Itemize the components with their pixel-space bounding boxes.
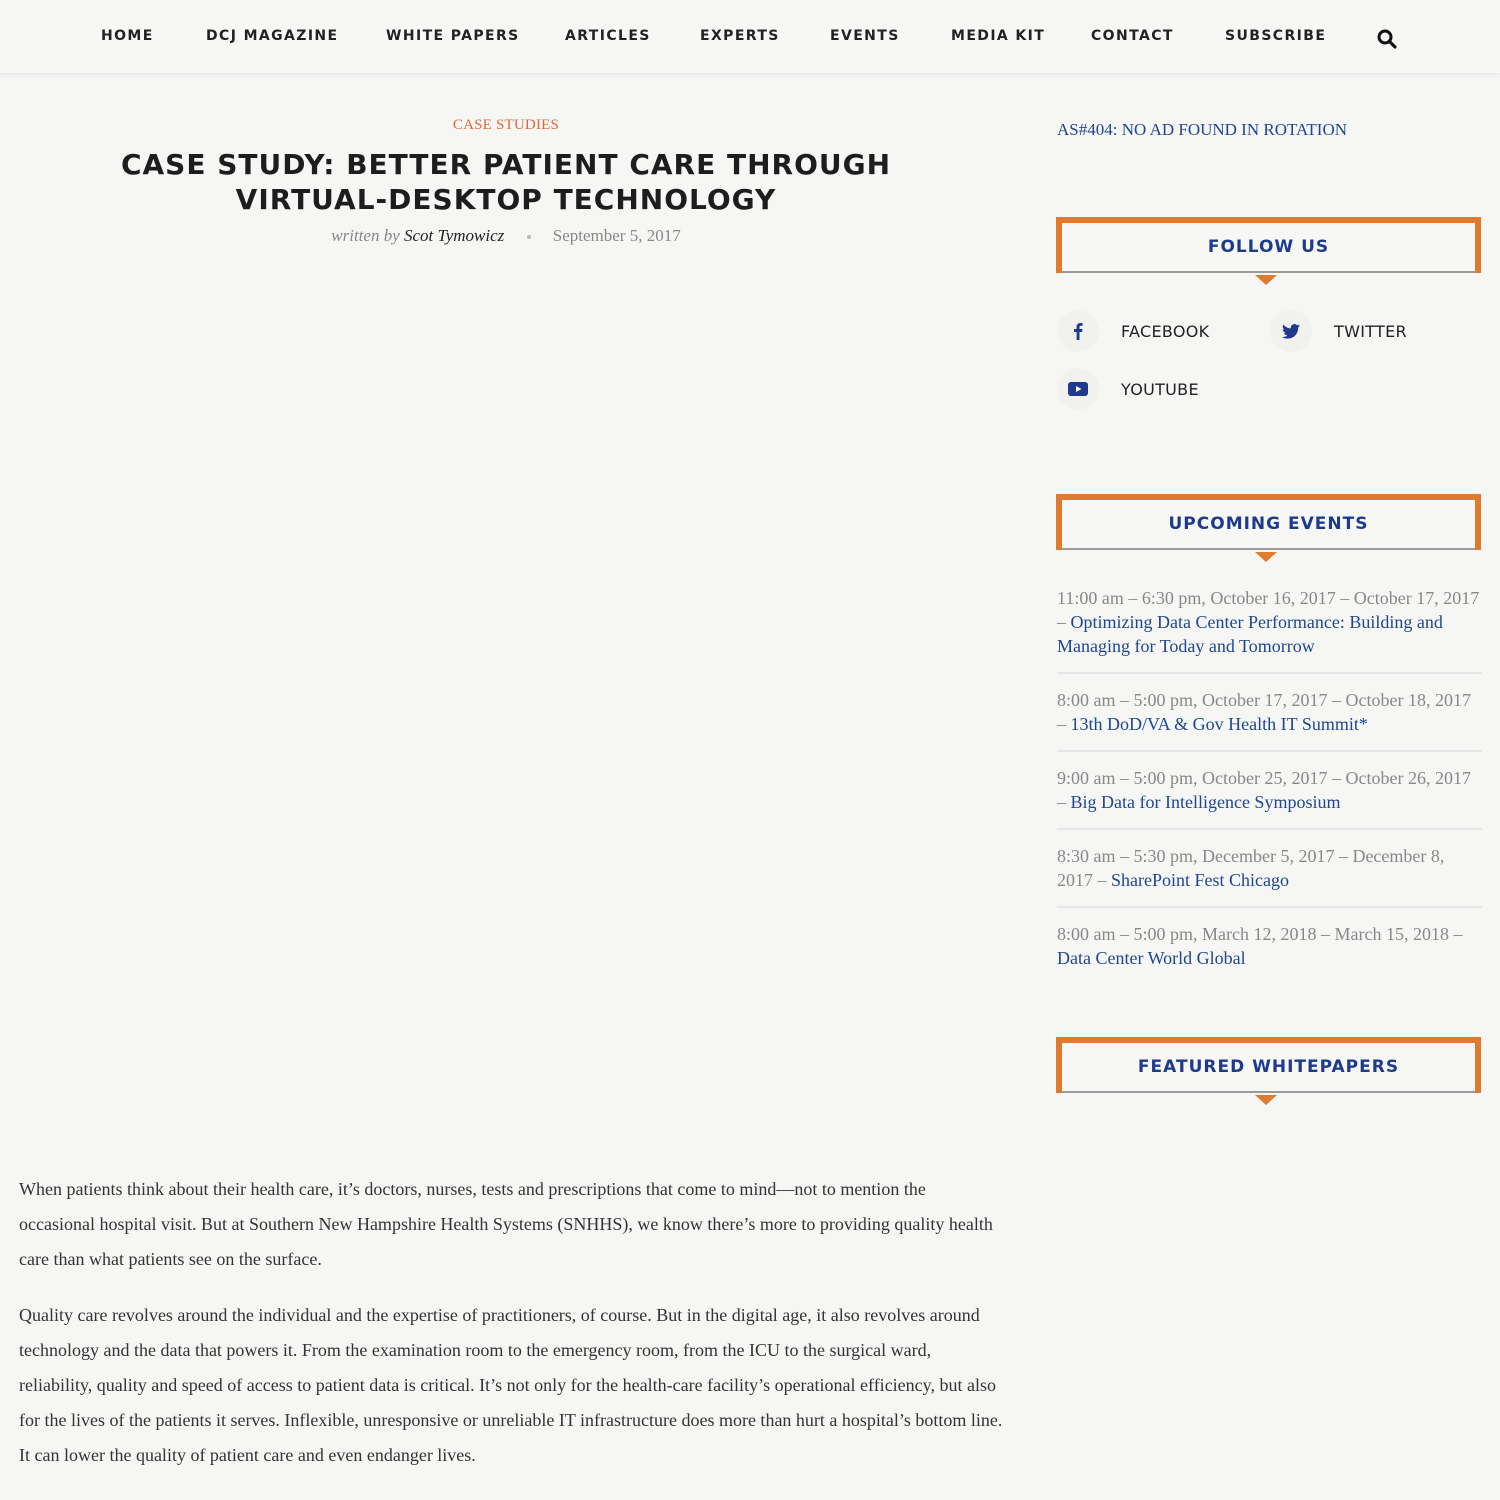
featured-whitepapers-heading: FEATURED WHITEPAPERS bbox=[1137, 1057, 1400, 1077]
featured-whitepapers-widget-title: FEATURED WHITEPAPERS bbox=[1056, 1037, 1481, 1105]
nav-subscribe[interactable]: SUBSCRIBE bbox=[1225, 28, 1326, 44]
event-link[interactable]: Big Data for Intelligence Symposium bbox=[1071, 792, 1341, 812]
facebook-link[interactable]: FACEBOOK bbox=[1057, 310, 1209, 352]
article-byline: written by Scot Tymowicz September 5, 20… bbox=[0, 226, 1012, 246]
author-link[interactable]: Scot Tymowicz bbox=[404, 226, 504, 245]
follow-us-widget-title: FOLLOW US bbox=[1056, 217, 1481, 285]
event-item: 11:00 am – 6:30 pm, October 16, 2017 – O… bbox=[1057, 586, 1482, 674]
event-link[interactable]: Optimizing Data Center Performance: Buil… bbox=[1057, 612, 1443, 656]
event-item: 8:00 am – 5:00 pm, March 12, 2018 – Marc… bbox=[1057, 922, 1482, 984]
event-link[interactable]: Data Center World Global bbox=[1057, 948, 1246, 968]
event-datetime: 8:00 am – 5:00 pm, March 12, 2018 – Marc… bbox=[1057, 924, 1463, 944]
nav-events[interactable]: EVENTS bbox=[830, 28, 900, 44]
article-paragraph: When patients think about their health c… bbox=[19, 1179, 993, 1269]
nav-contact[interactable]: CONTACT bbox=[1091, 28, 1174, 44]
nav-experts[interactable]: EXPERTS bbox=[700, 28, 780, 44]
nav-home[interactable]: HOME bbox=[101, 28, 154, 44]
event-item: 9:00 am – 5:00 pm, October 25, 2017 – Oc… bbox=[1057, 766, 1482, 830]
byline-separator bbox=[526, 235, 531, 240]
follow-us-heading: FOLLOW US bbox=[1207, 237, 1330, 257]
twitter-icon bbox=[1270, 310, 1312, 352]
written-by-label: written by bbox=[331, 226, 400, 245]
upcoming-events-heading: UPCOMING EVENTS bbox=[1168, 514, 1369, 534]
event-item: 8:00 am – 5:00 pm, October 17, 2017 – Oc… bbox=[1057, 688, 1482, 752]
nav-dcj-magazine[interactable]: DCJ MAGAZINE bbox=[206, 28, 339, 44]
youtube-icon bbox=[1057, 368, 1099, 410]
twitter-label: TWITTER bbox=[1334, 321, 1407, 341]
article-category-link[interactable]: CASE STUDIES bbox=[0, 117, 1012, 134]
nav-articles[interactable]: ARTICLES bbox=[565, 28, 651, 44]
facebook-label: FACEBOOK bbox=[1121, 321, 1210, 341]
article-title: CASE STUDY: BETTER PATIENT CARE THROUGH … bbox=[120, 148, 892, 216]
nav-media-kit[interactable]: MEDIA KIT bbox=[951, 28, 1045, 44]
title-arrow-decoration bbox=[1254, 552, 1277, 562]
event-item: 8:30 am – 5:30 pm, December 5, 2017 – De… bbox=[1057, 844, 1482, 908]
title-arrow-decoration bbox=[1254, 1095, 1277, 1105]
twitter-link[interactable]: TWITTER bbox=[1270, 310, 1407, 352]
youtube-link[interactable]: YOUTUBE bbox=[1057, 368, 1199, 410]
article-body: When patients think about their health c… bbox=[19, 1172, 1004, 1494]
upcoming-events-list: 11:00 am – 6:30 pm, October 16, 2017 – O… bbox=[1057, 586, 1482, 998]
search-icon[interactable] bbox=[1376, 28, 1398, 50]
youtube-label: YOUTUBE bbox=[1121, 379, 1199, 399]
facebook-icon bbox=[1057, 310, 1099, 352]
upcoming-events-widget-title: UPCOMING EVENTS bbox=[1056, 494, 1481, 562]
title-arrow-decoration bbox=[1254, 275, 1277, 285]
top-navigation: HOME DCJ MAGAZINE WHITE PAPERS ARTICLES … bbox=[0, 0, 1500, 74]
article-date: September 5, 2017 bbox=[552, 226, 681, 245]
event-link[interactable]: SharePoint Fest Chicago bbox=[1111, 870, 1289, 890]
article-paragraph: Quality care revolves around the individ… bbox=[19, 1305, 1003, 1465]
nav-white-papers[interactable]: WHITE PAPERS bbox=[386, 28, 520, 44]
ad-placeholder-link[interactable]: AS#404: NO AD FOUND IN ROTATION bbox=[1057, 120, 1347, 140]
event-link[interactable]: 13th DoD/VA & Gov Health IT Summit* bbox=[1071, 714, 1368, 734]
